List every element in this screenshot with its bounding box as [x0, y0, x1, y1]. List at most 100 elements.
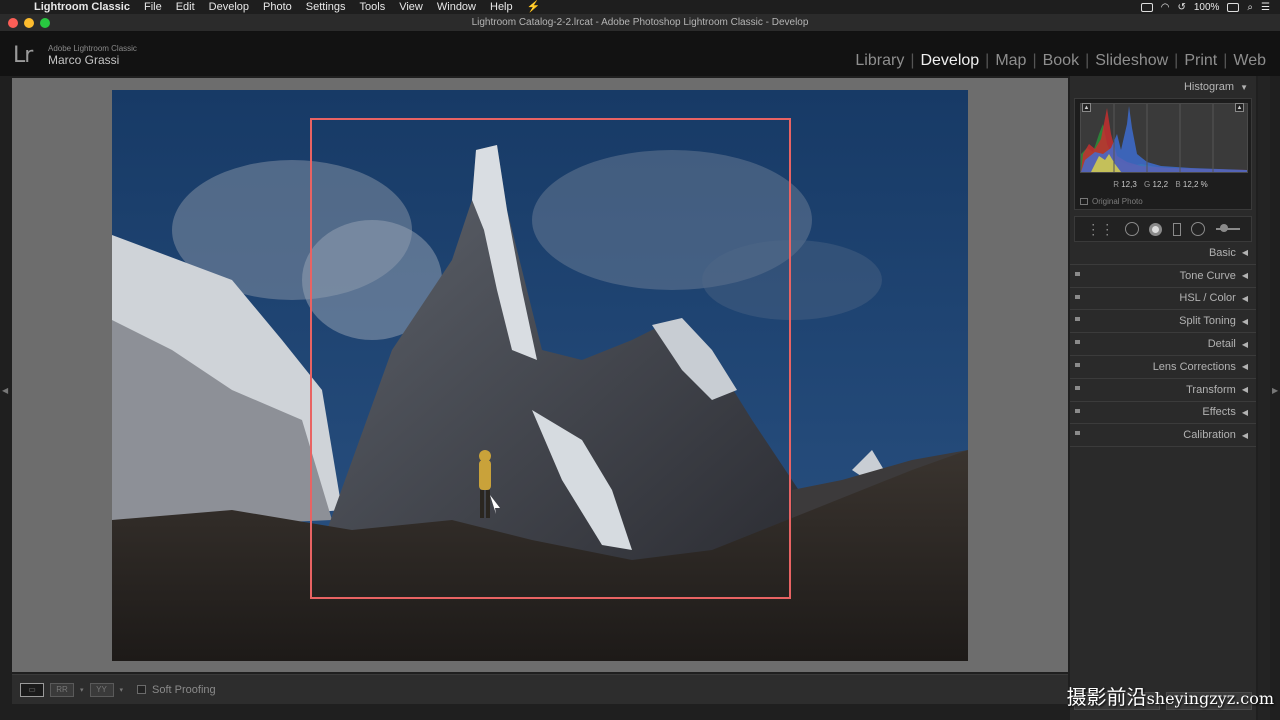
module-print[interactable]: Print: [1178, 52, 1223, 70]
g-value: 12,2: [1152, 180, 1169, 189]
right-panel: Histogram ▼ ▲ ▲ R 12,3 G 12,2 B 12,2 % O…: [1070, 76, 1256, 720]
watermark-main: 摄影前沿: [1066, 685, 1147, 709]
status-area: ◠ ↺ 100% ⌕ ☰: [1140, 2, 1280, 13]
wifi-icon[interactable]: ◠: [1161, 2, 1170, 13]
panel-hsl-color[interactable]: HSL / Color ◀: [1070, 288, 1256, 311]
panel-label: Calibration: [1183, 429, 1236, 442]
panel-split-toning[interactable]: Split Toning ◀: [1070, 310, 1256, 334]
panel-switch-icon[interactable]: [1075, 385, 1080, 390]
expand-triangle-icon[interactable]: ◀: [1242, 362, 1248, 371]
window-title: Lightroom Catalog-2-2.lrcat - Adobe Phot…: [471, 17, 809, 28]
panel-switch-icon[interactable]: [1075, 294, 1080, 299]
histogram-graph[interactable]: [1080, 103, 1248, 173]
panel-label: Lens Corrections: [1152, 360, 1236, 373]
menu-settings[interactable]: Settings: [299, 0, 353, 14]
script-icon[interactable]: ⚡: [520, 0, 548, 14]
crop-overlay-icon[interactable]: ⋮⋮: [1086, 222, 1114, 236]
panel-lens-corrections[interactable]: Lens Corrections ◀: [1070, 356, 1256, 379]
b-value: 12,2 %: [1182, 180, 1208, 189]
panel-switch-icon[interactable]: [1075, 431, 1080, 436]
battery-icon[interactable]: [1227, 2, 1240, 12]
menu-file[interactable]: File: [137, 0, 169, 14]
module-slideshow[interactable]: Slideshow: [1089, 52, 1174, 70]
panel-detail[interactable]: Detail ◀: [1070, 333, 1256, 356]
menu-tools[interactable]: Tools: [353, 0, 393, 14]
before-after-button[interactable]: RR: [50, 682, 74, 697]
panel-switch-icon[interactable]: [1075, 317, 1080, 322]
expand-triangle-icon[interactable]: ◀: [1242, 408, 1248, 417]
b-label: B: [1175, 180, 1181, 189]
loupe-view-button[interactable]: ▭: [20, 682, 44, 697]
panel-label: Transform: [1186, 383, 1236, 396]
dropdown-arrow-icon[interactable]: ▾: [80, 686, 84, 694]
right-panel-toggle-icon[interactable]: ▶: [1272, 386, 1278, 395]
search-icon[interactable]: ⌕: [1247, 2, 1253, 13]
module-library[interactable]: Library: [849, 52, 910, 70]
soft-proofing-label: Soft Proofing: [152, 683, 216, 696]
lightroom-logo: Lr: [13, 43, 33, 68]
expand-triangle-icon[interactable]: ◀: [1242, 248, 1248, 257]
panel-effects[interactable]: Effects ◀: [1070, 402, 1256, 425]
adjustment-brush-icon[interactable]: [1215, 224, 1240, 232]
battery-text[interactable]: 100%: [1194, 2, 1220, 13]
watermark: 摄影前沿sheyingzyz.com: [1067, 681, 1274, 710]
histogram-panel: ▲ ▲ R 12,3 G 12,2 B 12,2 % Original Phot…: [1074, 98, 1252, 210]
right-panel-scrollbar[interactable]: [1258, 76, 1270, 720]
rgb-readout: R 12,3 G 12,2 B 12,2 %: [1075, 180, 1251, 189]
panel-label: Basic: [1208, 246, 1236, 259]
module-web[interactable]: Web: [1227, 52, 1272, 70]
menu-edit[interactable]: Edit: [169, 0, 202, 14]
watermark-domain: sheyingzyz.com: [1146, 689, 1274, 708]
panel-tone-curve[interactable]: Tone Curve ◀: [1070, 265, 1256, 288]
panel-basic[interactable]: Basic ◀: [1070, 242, 1256, 265]
expand-triangle-icon[interactable]: ◀: [1242, 317, 1248, 326]
develop-workspace: ◀ ▭ RR ▾ YY ▾ Soft Proofing Histogram ▼ …: [0, 76, 1280, 720]
r-value: 12,3: [1121, 180, 1137, 189]
expand-triangle-icon[interactable]: ◀: [1242, 340, 1248, 349]
highlight-clipping-icon[interactable]: ▲: [1235, 103, 1244, 112]
menu-help[interactable]: Help: [483, 0, 520, 14]
menu-develop[interactable]: Develop: [202, 0, 256, 14]
screen-record-icon[interactable]: [1140, 2, 1153, 12]
panel-switch-icon[interactable]: [1075, 408, 1080, 413]
mountain-photo[interactable]: [112, 90, 968, 661]
time-machine-icon[interactable]: ↺: [1177, 2, 1185, 13]
module-develop[interactable]: Develop: [914, 52, 985, 70]
expand-triangle-icon[interactable]: ◀: [1242, 294, 1248, 303]
menu-view[interactable]: View: [392, 0, 430, 14]
panel-switch-icon[interactable]: [1075, 362, 1080, 367]
histogram-title: Histogram: [1183, 81, 1235, 93]
histogram-header[interactable]: Histogram ▼: [1070, 76, 1256, 98]
graduated-filter-icon[interactable]: [1172, 222, 1181, 236]
shadow-clipping-icon[interactable]: ▲: [1082, 103, 1091, 112]
expand-triangle-icon[interactable]: ◀: [1242, 431, 1248, 440]
annotation-highlight-box: [310, 118, 791, 599]
menu-photo[interactable]: Photo: [256, 0, 299, 14]
soft-proofing-checkbox[interactable]: [137, 685, 147, 694]
panel-calibration[interactable]: Calibration ◀: [1070, 424, 1256, 448]
module-map[interactable]: Map: [989, 52, 1032, 70]
spot-removal-icon[interactable]: [1124, 222, 1139, 236]
collapse-triangle-icon[interactable]: ▼: [1240, 83, 1248, 92]
radial-filter-icon[interactable]: [1191, 222, 1206, 236]
expand-triangle-icon[interactable]: ◀: [1242, 385, 1248, 394]
g-label: G: [1144, 180, 1151, 189]
left-panel-toggle-icon[interactable]: ◀: [2, 386, 8, 395]
red-eye-icon[interactable]: [1149, 222, 1163, 236]
panel-label: HSL / Color: [1179, 292, 1236, 305]
panel-switch-icon[interactable]: [1075, 271, 1080, 276]
menu-window[interactable]: Window: [430, 0, 483, 14]
original-photo-indicator: Original Photo: [1080, 197, 1143, 206]
panel-label: Effects: [1202, 406, 1236, 419]
expand-triangle-icon[interactable]: ◀: [1242, 271, 1248, 280]
user-name: Marco Grassi: [48, 53, 120, 67]
identity-plate-bar: Lr Adobe Lightroom Classic Marco Grassi …: [0, 32, 1280, 76]
panel-switch-icon[interactable]: [1075, 340, 1080, 345]
dropdown-arrow-icon[interactable]: ▾: [120, 686, 124, 694]
panel-label: Tone Curve: [1179, 269, 1236, 282]
before-after-split-button[interactable]: YY: [89, 682, 114, 697]
menu-extras-icon[interactable]: ☰: [1261, 2, 1270, 13]
module-book[interactable]: Book: [1037, 52, 1085, 70]
menu-app-name[interactable]: Lightroom Classic: [26, 0, 137, 14]
panel-transform[interactable]: Transform ◀: [1070, 379, 1256, 402]
